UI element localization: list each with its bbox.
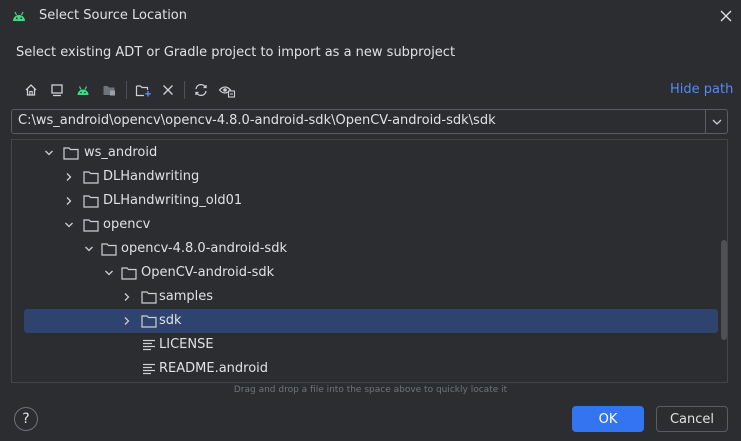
- folder-icon: [83, 195, 99, 208]
- window-title: Select Source Location: [39, 8, 188, 23]
- delete-button[interactable]: [158, 80, 178, 100]
- show-hidden-icon: [218, 86, 236, 98]
- tree-row-opencv-android-sdk[interactable]: OpenCV-android-sdk: [12, 261, 727, 285]
- dialog-description: Select existing ADT or Gradle project to…: [16, 45, 456, 60]
- close-icon[interactable]: [718, 8, 734, 24]
- path-input[interactable]: C:\ws_android\opencv\opencv-4.8.0-androi…: [18, 113, 698, 128]
- tree-label: samples: [159, 289, 214, 304]
- tree-row-sdk[interactable]: sdk: [12, 309, 727, 333]
- drag-drop-hint: Drag and drop a file into the space abov…: [233, 385, 508, 395]
- refresh-button[interactable]: [191, 80, 211, 100]
- tree-label: opencv-4.8.0-android-sdk: [121, 241, 287, 256]
- chevron-right-icon[interactable]: [63, 195, 75, 207]
- tree-scrollbar[interactable]: [721, 240, 727, 340]
- text-file-icon: [143, 363, 155, 375]
- folder-icon: [141, 291, 157, 304]
- chevron-down-icon[interactable]: [708, 113, 726, 131]
- folder-icon: [121, 267, 137, 280]
- chevron-down-icon[interactable]: [83, 243, 95, 255]
- tree-row-dlhandwriting-old01[interactable]: DLHandwriting_old01: [12, 189, 727, 213]
- ok-button[interactable]: OK: [572, 406, 644, 432]
- home-icon: [25, 84, 37, 96]
- android-project-icon: [77, 86, 89, 95]
- tree-label: sdk: [159, 313, 182, 328]
- folder-icon: [63, 147, 79, 160]
- new-folder-button[interactable]: [133, 80, 153, 100]
- module-folder-button[interactable]: [99, 80, 119, 100]
- tree-row-dlhandwriting[interactable]: DLHandwriting: [12, 165, 727, 189]
- chevron-right-icon[interactable]: [63, 171, 75, 183]
- module-folder-icon: [103, 86, 115, 96]
- tree-row-ws-android[interactable]: ws_android: [12, 141, 727, 165]
- chevron-right-icon[interactable]: [121, 291, 133, 303]
- desktop-icon: [51, 84, 63, 97]
- chevron-down-icon[interactable]: [103, 267, 115, 279]
- new-folder-icon: [135, 85, 151, 97]
- folder-icon: [83, 219, 99, 232]
- tree-label: DLHandwriting_old01: [103, 193, 243, 208]
- android-project-button[interactable]: [73, 80, 93, 100]
- path-separator: [705, 110, 706, 133]
- tree-label: LICENSE: [159, 337, 214, 352]
- folder-icon: [83, 171, 99, 184]
- refresh-icon: [195, 83, 207, 97]
- delete-icon: [163, 85, 173, 95]
- tree-label: README.android: [159, 361, 269, 376]
- tree-row-license[interactable]: LICENSE: [12, 333, 727, 357]
- folder-icon: [101, 243, 117, 256]
- toolbar-separator: [184, 81, 185, 99]
- chevron-down-icon[interactable]: [63, 219, 75, 231]
- show-hidden-button[interactable]: [217, 80, 237, 100]
- cancel-button[interactable]: Cancel: [656, 406, 728, 432]
- tree-row-opencv[interactable]: opencv: [12, 213, 727, 237]
- chevron-right-icon[interactable]: [121, 315, 133, 327]
- tree-row-samples[interactable]: samples: [12, 285, 727, 309]
- home-button[interactable]: [21, 80, 41, 100]
- folder-icon: [141, 315, 157, 328]
- android-icon: [13, 11, 25, 21]
- tree-label: OpenCV-android-sdk: [141, 265, 275, 280]
- tree-label: ws_android: [84, 145, 158, 160]
- tree-label: DLHandwriting: [103, 169, 200, 184]
- text-file-icon: [143, 339, 155, 351]
- desktop-button[interactable]: [47, 80, 67, 100]
- tree-row-readme-android[interactable]: README.android: [12, 357, 727, 381]
- file-tree[interactable]: ws_android DLHandwriting DLHandwriting_o…: [11, 139, 728, 383]
- title-bar: Select Source Location: [0, 0, 741, 34]
- hide-path-link[interactable]: Hide path: [670, 82, 733, 97]
- tree-label: opencv: [103, 217, 151, 232]
- tree-row-opencv-4-8-0-android-sdk[interactable]: opencv-4.8.0-android-sdk: [12, 237, 727, 261]
- help-button[interactable]: ?: [14, 407, 38, 431]
- toolbar-separator: [126, 81, 127, 99]
- chevron-down-icon[interactable]: [43, 147, 55, 159]
